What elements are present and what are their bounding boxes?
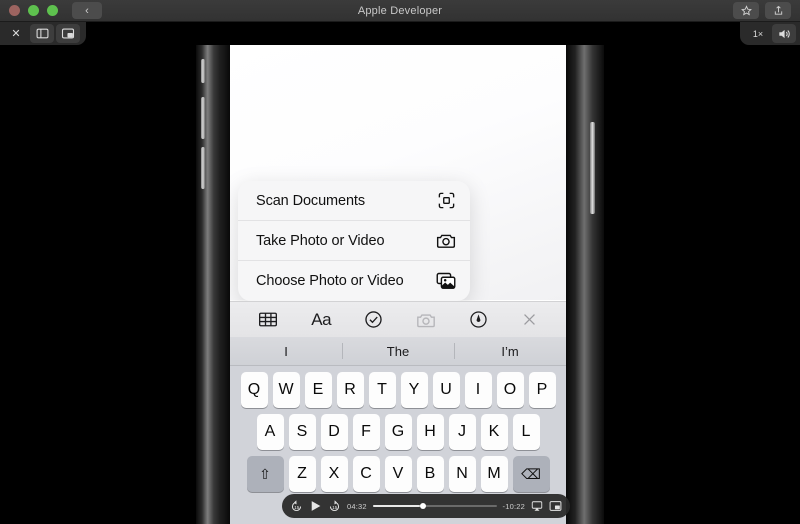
key[interactable]: J [448,414,476,450]
document-scanner-icon [437,191,456,210]
sidebar-icon[interactable] [30,24,54,43]
volume-down-button [201,147,205,189]
close-icon[interactable] [521,311,538,328]
video-player-controls: 15 15 04:32 -10:22 [282,494,570,518]
device-screen[interactable]: Scan Documents Take Photo or Video Choos… [230,45,566,524]
keyboard-row-2: A S D F G H J K L [230,408,566,450]
skip-back-15-icon[interactable]: 15 [290,499,303,513]
prediction-item[interactable]: I [230,337,342,365]
delete-key[interactable]: ⌫ [512,456,550,492]
menu-item-scan-documents[interactable]: Scan Documents [238,181,470,221]
keyboard-row-1: Q W E R T Y U I O P [230,366,566,408]
playback-speed-label: 1× [752,28,764,39]
menu-item-label: Take Photo or Video [256,232,385,249]
key[interactable]: Z [288,456,316,492]
camera-icon[interactable] [416,311,436,329]
checklist-icon[interactable] [364,310,383,329]
keyboard-row-3: ⇧ Z X C V B N M ⌫ [230,450,566,492]
key[interactable]: M [480,456,508,492]
key[interactable]: A [256,414,284,450]
key[interactable]: U [432,372,460,408]
scrubber-handle[interactable] [419,503,426,509]
text-format-icon[interactable]: Aa [311,310,331,330]
table-icon[interactable] [258,311,278,328]
key[interactable]: O [496,372,524,408]
key[interactable]: V [384,456,412,492]
menu-item-choose-photo-or-video[interactable]: Choose Photo or Video [238,261,470,301]
browser-window: ‹ Apple Developer ✕ 1× Scan Documents Ta… [0,0,800,524]
menu-item-label: Scan Documents [256,192,366,209]
shift-key[interactable]: ⇧ [246,456,284,492]
device-right-edge [566,45,604,524]
key[interactable]: G [384,414,412,450]
notes-format-toolbar: Aa [230,301,566,337]
camera-icon [436,231,456,250]
picture-in-picture-icon[interactable] [549,500,562,512]
ring-silent-switch [201,59,205,83]
menu-item-take-photo-or-video[interactable]: Take Photo or Video [238,221,470,261]
markup-pen-icon[interactable] [469,310,488,329]
close-icon: ✕ [11,28,21,40]
close-video-button[interactable]: ✕ [4,24,28,43]
key[interactable]: H [416,414,444,450]
predictive-text-bar: I The I’m [230,337,566,366]
device-left-edge [196,45,230,524]
airplay-icon[interactable] [531,500,543,512]
key[interactable]: F [352,414,380,450]
scrubber-fill [372,505,420,507]
key[interactable]: N [448,456,476,492]
scrubber[interactable] [372,501,497,511]
remaining-time-label: -10:22 [502,501,525,511]
key[interactable]: E [304,372,332,408]
key[interactable]: Y [400,372,428,408]
playback-speed-button[interactable]: 1× [746,24,770,43]
photo-library-icon [436,272,456,290]
play-icon[interactable] [309,499,322,513]
key[interactable]: D [320,414,348,450]
current-time-label: 04:32 [347,501,367,511]
picture-in-picture-icon[interactable] [56,24,80,43]
key[interactable]: W [272,372,300,408]
volume-icon[interactable] [772,24,796,43]
skip-forward-15-icon[interactable]: 15 [328,499,341,513]
key[interactable]: K [480,414,508,450]
prediction-item[interactable]: The [342,337,454,365]
power-button [590,122,595,214]
key[interactable]: P [528,372,556,408]
key[interactable]: Q [240,372,268,408]
key[interactable]: B [416,456,444,492]
attachment-action-sheet: Scan Documents Take Photo or Video Choos… [238,181,470,301]
prediction-item[interactable]: I’m [454,337,566,365]
skip-forward-label: 15 [332,504,338,510]
key[interactable]: T [368,372,396,408]
key[interactable]: X [320,456,348,492]
volume-up-button [201,97,205,139]
key[interactable]: S [288,414,316,450]
key[interactable]: R [336,372,364,408]
video-stage[interactable]: Scan Documents Take Photo or Video Choos… [0,45,800,524]
video-toolbar-left: ✕ [0,22,86,45]
iphone-frame: Scan Documents Take Photo or Video Choos… [196,45,604,524]
page-title: Apple Developer [357,4,443,17]
menu-item-label: Choose Photo or Video [256,273,404,289]
skip-back-label: 15 [294,504,300,510]
key[interactable]: L [512,414,540,450]
key[interactable]: I [464,372,492,408]
title-bar: ‹ Apple Developer [0,0,800,22]
key[interactable]: C [352,456,380,492]
video-toolbar-right: 1× [740,22,800,45]
